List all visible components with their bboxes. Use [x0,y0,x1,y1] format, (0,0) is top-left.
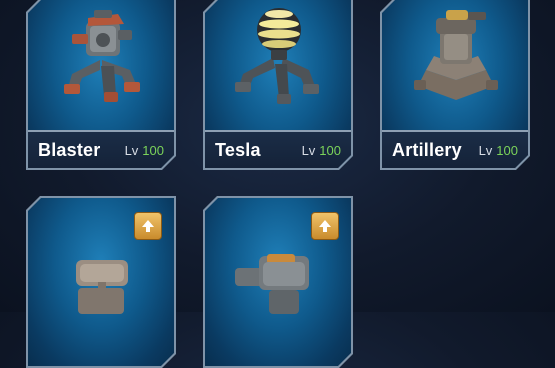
turret-level: Lv 100 [125,143,164,158]
card-footer: Blaster Lv 100 [28,130,174,168]
level-number: 100 [142,142,164,158]
turret-card-blaster[interactable]: Blaster Lv 100 [26,0,176,170]
turret-grid: Blaster Lv 100 Tesla Lv 100 Artillery Lv… [0,0,555,312]
card-inner: Tesla Lv 100 [205,0,351,168]
turret-card-artillery[interactable]: Artillery Lv 100 [380,0,530,170]
level-label: Lv [478,142,493,158]
artillery-turret-image [382,0,528,130]
level-label: Lv [124,142,139,158]
level-number: 100 [496,142,518,158]
tesla-turret-image [205,0,351,130]
card-inner: Artillery Lv 100 [382,0,528,168]
turret-name: Tesla [215,139,261,160]
turret-name: Artillery [392,139,462,160]
card-footer: Tesla Lv 100 [205,130,351,168]
turret-card-tesla[interactable]: Tesla Lv 100 [203,0,353,170]
up-arrow-icon [317,218,333,234]
upgrade-badge[interactable] [311,212,339,240]
turret-level: Lv 100 [479,143,518,158]
card-footer: Artillery Lv 100 [382,130,528,168]
level-number: 100 [319,142,341,158]
card-inner [205,198,351,366]
turret-card-5[interactable] [203,196,353,368]
card-inner: Blaster Lv 100 [28,0,174,168]
turret-name: Blaster [38,139,101,160]
upgrade-badge[interactable] [134,212,162,240]
blaster-turret-image [28,0,174,130]
up-arrow-icon [140,218,156,234]
level-label: Lv [301,142,316,158]
card-inner [28,198,174,366]
turret-level: Lv 100 [302,143,341,158]
turret-card-4[interactable] [26,196,176,368]
